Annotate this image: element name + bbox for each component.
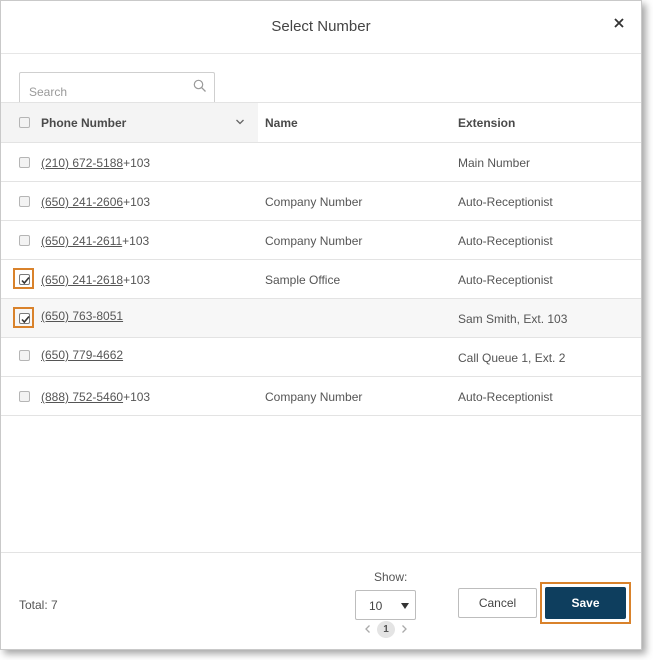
cancel-button[interactable]: Cancel: [458, 588, 537, 618]
phone-suffix: +103: [123, 390, 151, 404]
extension-cell: Call Queue 1, Ext. 2: [458, 351, 566, 365]
search-box: [19, 72, 215, 103]
name-cell: Company Number: [265, 234, 363, 248]
phone-number-cell: (650) 779-4662: [41, 348, 123, 362]
row-checkbox[interactable]: [19, 274, 30, 285]
table-row[interactable]: (650) 241-2618+103 Sample Office Auto-Re…: [1, 260, 641, 299]
checkmark-icon: [21, 276, 30, 285]
row-checkbox[interactable]: [19, 235, 30, 246]
phone-number-link[interactable]: (650) 241-2618: [41, 273, 123, 287]
select-all-checkbox[interactable]: [19, 117, 30, 128]
name-cell: Sample Office: [265, 273, 341, 287]
chevron-down-icon[interactable]: [235, 117, 245, 127]
table-row[interactable]: (650) 241-2611+103 Company Number Auto-R…: [1, 221, 641, 260]
extension-cell: Sam Smith, Ext. 103: [458, 312, 568, 326]
phone-number-cell: (650) 241-2606+103: [41, 195, 150, 209]
dialog-header: Select Number: [1, 1, 641, 54]
phone-number-link[interactable]: (210) 672-5188: [41, 156, 123, 170]
page-size-value: 10: [369, 599, 383, 613]
phone-number-cell: (888) 752-5460+103: [41, 390, 150, 404]
table-row[interactable]: (650) 241-2606+103 Company Number Auto-R…: [1, 182, 641, 221]
phone-number-cell: (650) 763-8051: [41, 309, 123, 323]
extension-cell: Auto-Receptionist: [458, 273, 553, 287]
table-row[interactable]: (650) 779-4662 Call Queue 1, Ext. 2: [1, 338, 641, 377]
total-count: Total: 7: [19, 598, 58, 612]
name-cell: Company Number: [265, 390, 363, 404]
sorted-column-background: [1, 103, 258, 142]
row-checkbox[interactable]: [19, 313, 30, 324]
phone-number-link[interactable]: (650) 763-8051: [41, 309, 123, 323]
page-number[interactable]: 1: [377, 621, 395, 638]
row-checkbox[interactable]: [19, 350, 30, 361]
phone-number-link[interactable]: (888) 752-5460: [41, 390, 123, 404]
select-number-dialog: Select Number Phone Number Name Extensio…: [0, 0, 642, 650]
search-icon[interactable]: [193, 79, 207, 93]
chevron-left-icon[interactable]: [363, 624, 373, 634]
phone-number-link[interactable]: (650) 779-4662: [41, 348, 123, 362]
phone-suffix: +103: [123, 273, 151, 287]
dropdown-arrow-icon: [401, 603, 409, 609]
name-cell: Company Number: [265, 195, 363, 209]
dialog-title: Select Number: [271, 18, 371, 35]
dialog-footer: Total: 7 Show: 10 1 Cancel Save: [1, 552, 641, 651]
extension-cell: Auto-Receptionist: [458, 195, 553, 209]
column-header-name[interactable]: Name: [265, 116, 298, 130]
page-size-select[interactable]: 10: [355, 590, 416, 620]
phone-number-cell: (210) 672-5188+103: [41, 156, 150, 170]
search-input[interactable]: [20, 73, 190, 103]
row-checkbox[interactable]: [19, 391, 30, 402]
save-button[interactable]: Save: [545, 587, 626, 619]
phone-number-link[interactable]: (650) 241-2606: [41, 195, 123, 209]
show-label: Show:: [374, 570, 408, 584]
extension-cell: Auto-Receptionist: [458, 390, 553, 404]
phone-suffix: +103: [123, 156, 151, 170]
extension-cell: Auto-Receptionist: [458, 234, 553, 248]
table-row[interactable]: (888) 752-5460+103 Company Number Auto-R…: [1, 377, 641, 416]
extension-cell: Main Number: [458, 156, 531, 170]
phone-suffix: +103: [122, 234, 150, 248]
table-header: Phone Number Name Extension: [1, 102, 641, 143]
column-header-phone-number[interactable]: Phone Number: [41, 116, 126, 130]
table-row[interactable]: (650) 763-8051 Sam Smith, Ext. 103: [1, 299, 641, 338]
row-checkbox[interactable]: [19, 157, 30, 168]
phone-number-link[interactable]: (650) 241-2611: [41, 234, 122, 248]
table-row[interactable]: (210) 672-5188+103 Main Number: [1, 143, 641, 182]
checkmark-icon: [21, 315, 30, 324]
phone-number-cell: (650) 241-2618+103: [41, 273, 150, 287]
phone-number-cell: (650) 241-2611+103: [41, 234, 149, 248]
row-checkbox[interactable]: [19, 196, 30, 207]
phone-suffix: +103: [123, 195, 151, 209]
close-icon[interactable]: [611, 15, 627, 31]
column-header-extension[interactable]: Extension: [458, 116, 515, 130]
chevron-right-icon[interactable]: [399, 624, 409, 634]
